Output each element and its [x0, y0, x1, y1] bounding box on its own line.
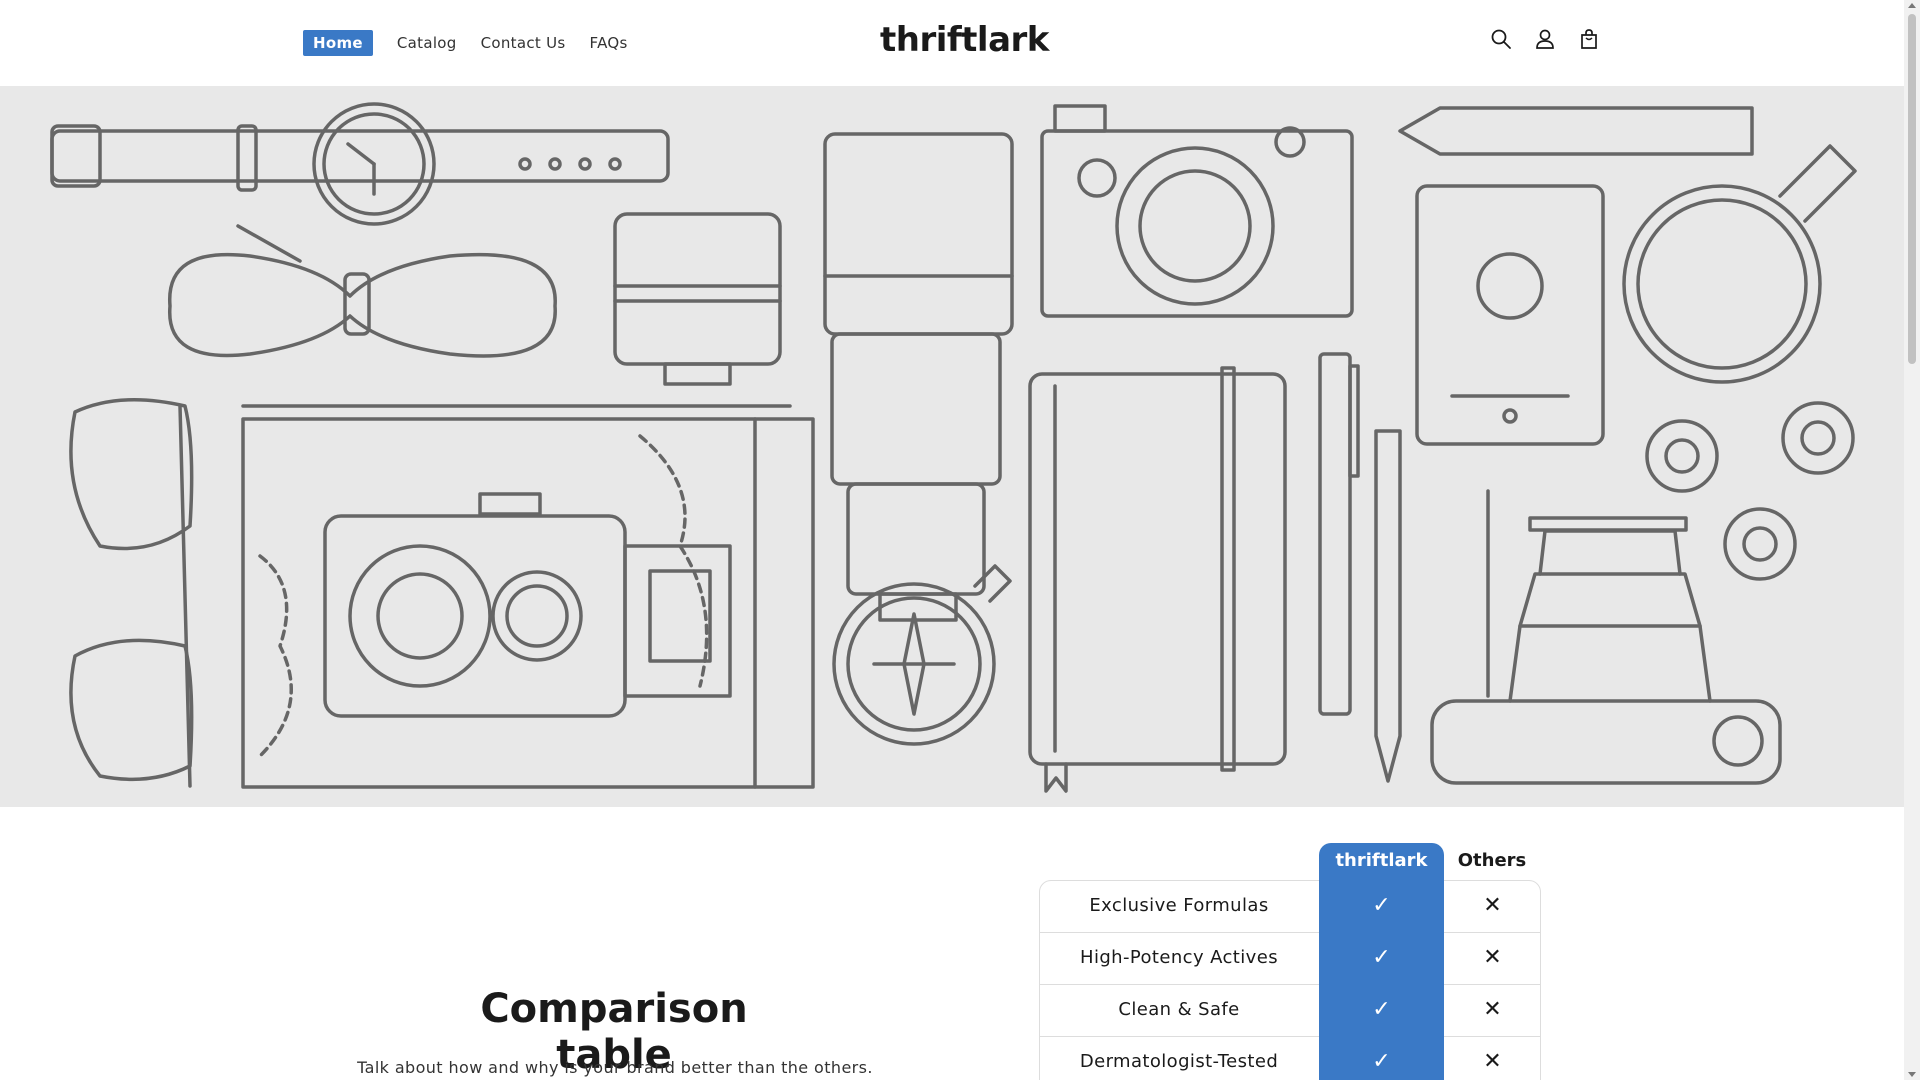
scroll-up-arrow-icon[interactable] — [1908, 3, 1916, 8]
cross-icon: ✕ — [1483, 997, 1502, 1022]
zoom-lens-illustration — [823, 132, 1014, 622]
notebook-illustration — [1028, 366, 1287, 793]
hero-illustration — [50, 102, 1857, 793]
film-camera-illustration — [1040, 104, 1354, 318]
comparison-row: High-Potency Actives ✓ ✕ — [1039, 933, 1541, 985]
check-icon: ✓ — [1372, 997, 1391, 1022]
nav-home-link[interactable]: Home — [303, 30, 373, 56]
check-icon: ✓ — [1372, 945, 1391, 970]
magnifying-glass-illustration — [1622, 144, 1857, 384]
nav-contact-link[interactable]: Contact Us — [471, 30, 576, 56]
wristwatch-illustration — [50, 102, 670, 226]
scroll-down-arrow-icon[interactable] — [1908, 1072, 1916, 1077]
camera-lens-illustration — [613, 212, 782, 386]
passport-illustration — [1415, 184, 1605, 446]
header-icons — [1490, 28, 1600, 50]
comparison-row: Clean & Safe ✓ ✕ — [1039, 985, 1541, 1037]
others-column-header: Others — [1457, 850, 1527, 871]
feature-label: Dermatologist-Tested — [1079, 1051, 1279, 1072]
map-illustration — [241, 404, 815, 789]
account-icon[interactable] — [1534, 28, 1556, 50]
pen-illustration — [1398, 106, 1754, 156]
cart-icon[interactable] — [1578, 28, 1600, 50]
brand-column-header: thriftlark — [1335, 850, 1428, 871]
check-icon: ✓ — [1372, 1049, 1391, 1074]
nav-catalog-link[interactable]: Catalog — [387, 30, 467, 56]
comparison-row: Dermatologist-Tested ✓ ✕ — [1039, 1037, 1541, 1080]
sunglasses-illustration — [69, 398, 194, 788]
site-logo[interactable]: thriftlark — [880, 20, 1049, 60]
main-nav: Home Catalog Contact Us FAQs — [303, 30, 642, 56]
pencil-illustration — [1374, 429, 1402, 783]
search-icon[interactable] — [1490, 28, 1512, 50]
cross-icon: ✕ — [1483, 893, 1502, 918]
comparison-row: Exclusive Formulas ✓ ✕ — [1039, 881, 1541, 933]
feature-label: High-Potency Actives — [1080, 947, 1278, 968]
page-scrollbar[interactable] — [1904, 0, 1920, 1080]
bow-tie-illustration — [168, 224, 557, 358]
site-header: Home Catalog Contact Us FAQs thriftlark — [0, 0, 1904, 86]
hero-banner — [0, 86, 1904, 807]
feature-label: Exclusive Formulas — [1089, 895, 1269, 916]
fountain-pen-illustration — [1318, 352, 1360, 716]
nav-faqs-link[interactable]: FAQs — [580, 30, 638, 56]
cross-icon: ✕ — [1483, 945, 1502, 970]
twin-lens-camera-illustration — [323, 492, 732, 718]
feature-label: Clean & Safe — [1118, 999, 1240, 1020]
scrollbar-thumb[interactable] — [1908, 14, 1916, 364]
cross-icon: ✕ — [1483, 1049, 1502, 1074]
comparison-subtitle: Talk about how and why is your brand bet… — [357, 1058, 873, 1077]
check-icon: ✓ — [1372, 893, 1391, 918]
